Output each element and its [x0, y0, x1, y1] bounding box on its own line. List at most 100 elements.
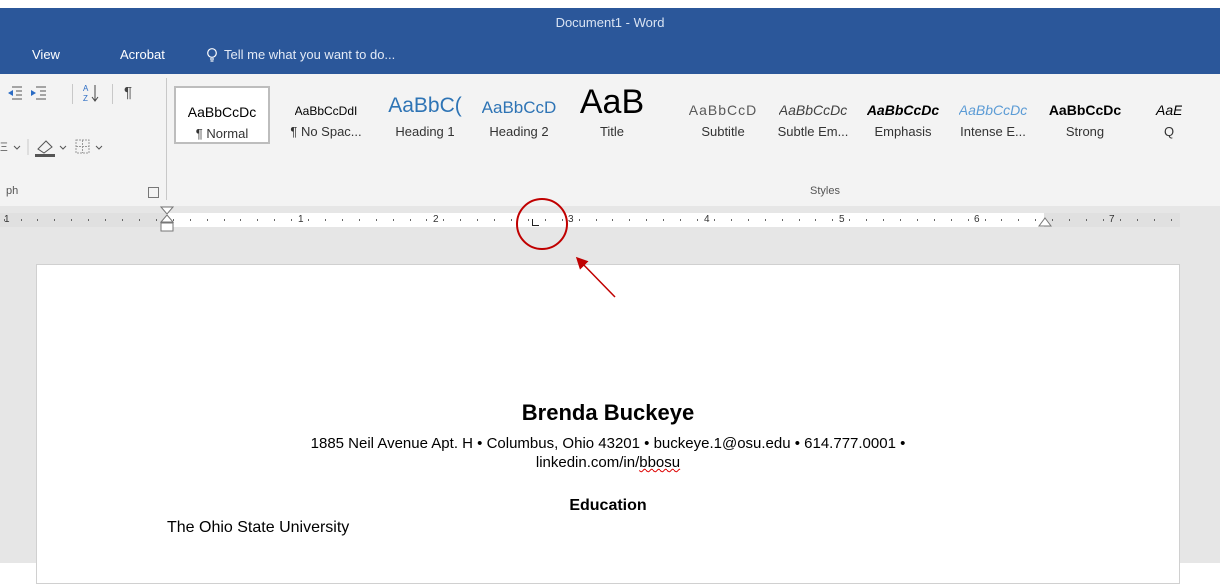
style-quote[interactable]: AaE Q [1134, 86, 1220, 144]
ruler-tick [815, 219, 817, 221]
window-title: Document1 - Word [555, 14, 665, 30]
ruler-tick [730, 219, 732, 221]
style-heading-2[interactable]: AaBbCcD Heading 2 [476, 86, 562, 144]
ruler-tick [612, 219, 614, 221]
ruler-tick [409, 219, 411, 221]
svg-text:Z: Z [83, 94, 88, 103]
tab-acrobat[interactable]: Acrobat [120, 47, 165, 62]
ruler-tick [240, 219, 242, 221]
paragraph-group: A Z ¶ Ξ [0, 74, 165, 206]
top-caption-cropped [0, 0, 1220, 8]
style-intense-emphasis[interactable]: AaBbCcDc Intense E... [948, 86, 1038, 144]
horizontal-ruler[interactable]: 1 1 2 3 4 5 6 7 [0, 206, 1220, 236]
ruler-tick [1170, 219, 1172, 221]
ruler-tick [308, 219, 310, 221]
indent-marker-icon[interactable] [160, 206, 174, 236]
styles-gallery: AaBbCcDc ¶ Normal AaBbCcDdI ¶ No Spac...… [170, 86, 1220, 146]
ruler-tick [663, 219, 665, 221]
style-normal[interactable]: AaBbCcDc ¶ Normal [174, 86, 270, 144]
indent-icons[interactable] [8, 84, 68, 102]
style-name: Heading 1 [395, 124, 455, 139]
right-indent-marker-icon[interactable] [1038, 216, 1052, 230]
show-formatting-icon[interactable]: ¶ [124, 84, 132, 101]
ruler-tick [1001, 219, 1003, 221]
menu-bar: View Acrobat Tell me what you want to do… [0, 36, 1220, 74]
ruler-tick [206, 219, 208, 221]
ruler-number: 5 [839, 214, 845, 225]
ruler-tick [595, 219, 597, 221]
ruler-tick [138, 219, 140, 221]
style-name: Intense E... [960, 124, 1026, 139]
left-tab-stop-icon[interactable] [532, 219, 539, 226]
styles-group-label: Styles [810, 185, 840, 197]
linkedin-line: linkedin.com/in/bbosu [37, 454, 1179, 471]
ruler-number: 7 [1109, 214, 1115, 225]
ruler-tick [3, 219, 5, 221]
ruler-tick [257, 219, 259, 221]
ruler-tick [426, 219, 428, 221]
style-heading-1[interactable]: AaBbC( Heading 1 [380, 86, 470, 144]
style-name: Emphasis [874, 124, 932, 139]
tab-view[interactable]: View [32, 47, 60, 62]
ruler-tick [71, 219, 73, 221]
ruler-tick [443, 219, 445, 221]
ruler-tick [798, 219, 800, 221]
linkedin-prefix: linkedin.com/in/ [535, 454, 640, 471]
ruler-tick [866, 219, 868, 221]
ruler-tick [1119, 219, 1121, 221]
style-preview: AaBbC( [388, 94, 462, 117]
ruler-tick [511, 219, 512, 221]
style-subtitle[interactable]: AaBbCcD Subtitle [680, 86, 766, 144]
style-title[interactable]: AaB Title [568, 86, 656, 144]
style-name: Subtle Em... [777, 124, 849, 139]
borders-icon [75, 139, 90, 154]
ruler-tick [392, 219, 394, 221]
linkedin-handle: bbosu [639, 454, 681, 471]
ruler-tick [900, 219, 901, 221]
ruler-bar: 1 1 2 3 4 5 6 7 [0, 213, 1180, 227]
ruler-left-margin [0, 213, 166, 227]
style-preview: AaE [1156, 102, 1183, 118]
ruler-number: 1 [298, 214, 304, 225]
document-page[interactable]: Brenda Buckeye 1885 Neil Avenue Apt. H •… [36, 264, 1180, 584]
resume-name: Brenda Buckeye [521, 400, 695, 425]
group-divider [166, 78, 167, 200]
ruler-tick [933, 219, 935, 221]
ruler-tick [477, 219, 479, 221]
style-preview: AaB [579, 86, 645, 118]
ruler-tick [781, 219, 783, 221]
style-preview: AaBbCcDc [866, 102, 940, 118]
ruler-tick [54, 219, 56, 221]
style-strong[interactable]: AaBbCcDc Strong [1040, 86, 1130, 144]
style-subtle-emphasis[interactable]: AaBbCcDc Subtle Em... [770, 86, 856, 144]
contact-line: 1885 Neil Avenue Apt. H • Columbus, Ohio… [310, 435, 906, 452]
ruler-tick [697, 219, 699, 221]
style-emphasis[interactable]: AaBbCcDc Emphasis [860, 86, 946, 144]
paragraph-dialog-launcher-icon[interactable] [148, 187, 159, 198]
lightbulb-icon [207, 47, 217, 62]
ruler-tick [747, 219, 749, 221]
ruler-tick [832, 219, 834, 221]
sort-icon[interactable]: A Z [82, 82, 102, 104]
style-preview: AaBbCcDc [958, 102, 1028, 118]
school-name: The Ohio State University [167, 519, 350, 536]
ruler-tick [544, 219, 546, 221]
style-no-spacing[interactable]: AaBbCcDdI ¶ No Spac... [276, 86, 376, 144]
ruler-tick [105, 219, 107, 221]
ruler-tick [527, 219, 529, 221]
ruler-tick [578, 219, 580, 221]
ruler-tick [950, 219, 952, 221]
document-canvas: Brenda Buckeye 1885 Neil Avenue Apt. H •… [0, 236, 1220, 584]
ruler-tick [967, 219, 969, 221]
style-name: Title [599, 124, 625, 139]
ruler-tick [88, 219, 90, 221]
svg-text:Ξ: Ξ [0, 140, 8, 154]
ruler-tick [883, 219, 885, 221]
ruler-tick [1153, 219, 1155, 221]
style-name: ¶ Normal [195, 126, 249, 141]
title-bar: Document1 - Word [0, 8, 1220, 36]
ruler-tick [1069, 219, 1071, 221]
tell-me-box[interactable]: Tell me what you want to do... [206, 47, 395, 62]
ruler-tick [1018, 219, 1020, 221]
ruler-tick [274, 219, 276, 221]
